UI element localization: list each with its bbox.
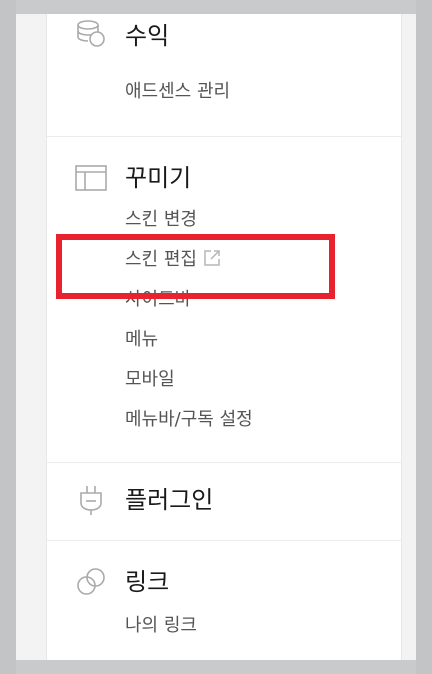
section-plugin[interactable]: 플러그인 [47,482,401,522]
plug-icon [75,484,107,516]
section-customize[interactable]: 꾸미기 [47,160,401,200]
divider [47,462,401,463]
section-link[interactable]: 링크 [47,564,401,604]
menu-item-skin-change[interactable]: 스킨 변경 [125,208,197,232]
divider [47,136,401,137]
menu-item-sidebar[interactable]: 사이드바 [125,288,191,312]
sidebar-menu: 수익 애드센스 관리 꾸미기 스킨 변경 스킨 편집 사이드바 메뉴 모바일 메… [46,14,402,660]
coins-icon [75,18,107,50]
background-right [416,0,432,674]
menu-item-menu[interactable]: 메뉴 [125,328,158,352]
background-left [0,0,16,674]
menu-item-menubar-subscribe[interactable]: 메뉴바/구독 설정 [125,408,253,432]
layout-icon [75,162,107,194]
section-title-plugin: 플러그인 [125,486,214,514]
menu-item-adsense[interactable]: 애드센스 관리 [125,80,230,104]
external-link-icon [203,249,221,267]
section-title-link: 링크 [125,568,170,596]
menu-item-skin-edit-label: 스킨 편집 [125,249,197,270]
section-revenue[interactable]: 수익 [47,18,401,58]
menu-item-my-links[interactable]: 나의 링크 [125,614,197,638]
divider [47,540,401,541]
section-title-revenue: 수익 [125,22,170,50]
menu-item-mobile[interactable]: 모바일 [125,368,175,392]
link-icon [75,566,107,598]
menu-item-skin-edit[interactable]: 스킨 편집 [125,248,221,272]
section-title-customize: 꾸미기 [125,164,192,192]
